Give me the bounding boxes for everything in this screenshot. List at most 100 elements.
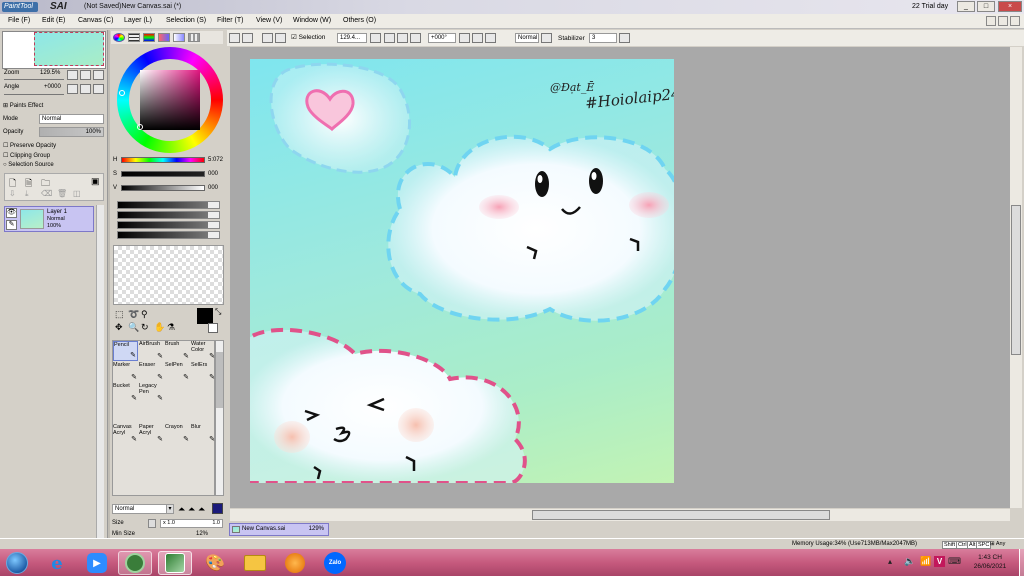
layer-opacity-slider[interactable]: 100% bbox=[39, 127, 104, 137]
tool-selers[interactable]: SelErs ✎ bbox=[191, 362, 216, 382]
doc-restore-button[interactable] bbox=[998, 16, 1008, 26]
color-wheel-mode-icon[interactable] bbox=[113, 33, 125, 42]
doc-close-button[interactable] bbox=[1010, 16, 1020, 26]
zoom-out-toolbar-button[interactable] bbox=[384, 33, 395, 43]
zoom-out-button[interactable] bbox=[67, 70, 78, 80]
eyedropper-icon[interactable]: ⚗ bbox=[167, 322, 175, 333]
rotate-reset-toolbar-button[interactable] bbox=[485, 33, 496, 43]
stabilizer-dropdown-button[interactable] bbox=[619, 33, 630, 43]
brush-preset-row[interactable] bbox=[117, 221, 220, 229]
delete-layer-icon[interactable]: 🗑 bbox=[57, 189, 67, 198]
angle-select[interactable]: +000° bbox=[428, 33, 456, 43]
edge-hardness-4-icon[interactable] bbox=[212, 503, 223, 514]
menu-view[interactable]: View (V) bbox=[256, 17, 282, 24]
taskbar-media[interactable] bbox=[278, 551, 312, 575]
tool-brush[interactable]: Brush ✎ bbox=[165, 341, 190, 361]
menu-edit[interactable]: Edit (E) bbox=[42, 17, 65, 24]
swatch-palette[interactable] bbox=[113, 245, 224, 305]
taskbar-sai[interactable] bbox=[118, 551, 152, 575]
tool-marker[interactable]: Marker ✎ bbox=[113, 362, 138, 382]
hue-slider[interactable] bbox=[121, 157, 205, 163]
rotate-reset-button[interactable] bbox=[93, 84, 104, 94]
menu-canvas[interactable]: Canvas (C) bbox=[78, 17, 113, 24]
secondary-color-swatch[interactable] bbox=[208, 323, 218, 333]
edge-hardness-2-icon[interactable]: ⏶ bbox=[188, 504, 198, 514]
menu-filter[interactable]: Filter (T) bbox=[217, 17, 243, 24]
invert-selection-button[interactable] bbox=[275, 33, 286, 43]
taskbar-file-explorer[interactable] bbox=[238, 551, 272, 575]
navigator-preview[interactable] bbox=[34, 32, 104, 66]
tool-crayon[interactable]: Crayon ✎ bbox=[165, 424, 190, 444]
zoom-icon[interactable]: 🔍 bbox=[128, 322, 139, 333]
edge-hardness-3-icon[interactable]: ⏶ bbox=[198, 504, 208, 514]
doc-minimize-button[interactable] bbox=[986, 16, 996, 26]
network-icon[interactable]: 📶 bbox=[920, 556, 931, 567]
apply-mask-icon[interactable]: ▣ bbox=[91, 176, 100, 187]
volume-icon[interactable]: 🔈 bbox=[904, 556, 915, 567]
redo-button[interactable] bbox=[242, 33, 253, 43]
rgb-slider-mode-icon[interactable] bbox=[128, 33, 140, 42]
hsv-slider-mode-icon[interactable] bbox=[143, 33, 155, 42]
tool-canvas-acryl[interactable]: Canvas Acryl ✎ bbox=[113, 424, 138, 444]
show-desktop-button[interactable] bbox=[1019, 549, 1024, 576]
brush-mode-select[interactable]: Normal bbox=[112, 504, 174, 514]
zoom-dropdown-button[interactable] bbox=[370, 33, 381, 43]
swap-colors-icon[interactable]: ⤡ bbox=[215, 307, 221, 317]
rotate-ccw-button[interactable] bbox=[459, 33, 470, 43]
taskbar-zalo[interactable]: Zalo bbox=[318, 551, 352, 575]
move-icon[interactable]: ✥ bbox=[115, 322, 123, 333]
zoom-slider[interactable] bbox=[4, 79, 64, 80]
swatches-mode-icon[interactable] bbox=[188, 33, 200, 42]
rect-select-icon[interactable]: ⬚ bbox=[115, 309, 124, 320]
undo-button[interactable] bbox=[229, 33, 240, 43]
taskbar-internet-explorer[interactable]: e bbox=[40, 551, 74, 575]
size-slider[interactable]: x 1.0 1.0 bbox=[160, 519, 223, 528]
layer-mode-select[interactable]: Normal bbox=[39, 114, 104, 124]
brush-preset-row[interactable] bbox=[117, 201, 220, 209]
zoom-select[interactable]: 129.4... bbox=[337, 33, 367, 43]
menu-selection[interactable]: Selection (S) bbox=[166, 17, 206, 24]
merge-down-icon[interactable]: ⤓ bbox=[25, 189, 29, 199]
brush-preset-row[interactable] bbox=[117, 211, 220, 219]
minimize-button[interactable]: _ bbox=[957, 1, 975, 12]
tool-water-color[interactable]: Water Color ✎ bbox=[191, 341, 216, 361]
angle-slider[interactable] bbox=[4, 94, 64, 95]
clear-layer-icon[interactable]: ⌫ bbox=[41, 189, 52, 198]
view-mode-select[interactable]: Normal bbox=[515, 33, 539, 43]
menu-layer[interactable]: Layer (L) bbox=[124, 17, 152, 24]
tool-blur[interactable]: Blur ✎ bbox=[191, 424, 216, 444]
panel-divider[interactable] bbox=[107, 30, 110, 538]
new-mask-icon[interactable]: ◫ bbox=[73, 189, 81, 198]
tool-scroll-thumb[interactable] bbox=[216, 352, 223, 408]
magic-wand-icon[interactable]: ⚲ bbox=[141, 309, 148, 320]
selection-toggle[interactable]: ☑ Selection bbox=[291, 33, 325, 41]
flip-view-button[interactable] bbox=[541, 33, 552, 43]
zoom-in-button[interactable] bbox=[80, 70, 91, 80]
start-button[interactable] bbox=[2, 551, 32, 575]
brush-preset-row[interactable] bbox=[117, 231, 220, 239]
tool-pencil[interactable]: Pencil ✎ bbox=[113, 341, 138, 361]
drawing-canvas[interactable]: @Đạt_Ē #Hoiolaip247 bbox=[250, 59, 674, 483]
close-button[interactable]: × bbox=[998, 1, 1022, 12]
saturation-value-square[interactable] bbox=[140, 70, 200, 130]
transfer-down-icon[interactable]: ⇩ bbox=[9, 189, 16, 198]
edge-hardness-1-icon[interactable]: ⏶ bbox=[178, 504, 188, 514]
clipping-group-checkbox[interactable]: ☐ Clipping Group bbox=[3, 152, 50, 159]
maximize-button[interactable]: □ bbox=[977, 1, 995, 12]
eye-icon[interactable]: 👁 bbox=[6, 208, 17, 218]
vertical-scroll-thumb[interactable] bbox=[1011, 205, 1021, 355]
color-blend-mode-icon[interactable] bbox=[158, 33, 170, 42]
deselect-button[interactable] bbox=[262, 33, 273, 43]
chevron-down-icon[interactable]: ▾ bbox=[166, 504, 174, 514]
tool-selpen[interactable]: SelPen ✎ bbox=[165, 362, 190, 382]
value-slider[interactable] bbox=[121, 185, 205, 191]
stabilizer-select[interactable]: 3 bbox=[589, 33, 617, 43]
selection-source-checkbox[interactable]: ○ Selection Source bbox=[3, 162, 54, 168]
menu-window[interactable]: Window (W) bbox=[293, 17, 331, 24]
rotate-icon[interactable]: ↻ bbox=[141, 322, 149, 333]
paints-effect-header[interactable]: ⊞ Paints Effect bbox=[3, 102, 43, 109]
taskbar-clock[interactable]: 1:43 CH 26/06/2021 bbox=[960, 553, 1020, 571]
hand-icon[interactable]: ✋ bbox=[154, 322, 165, 333]
layer-item[interactable]: 👁 ✎ Layer 1 Normal 100% bbox=[4, 206, 94, 232]
primary-color-swatch[interactable] bbox=[197, 308, 213, 324]
